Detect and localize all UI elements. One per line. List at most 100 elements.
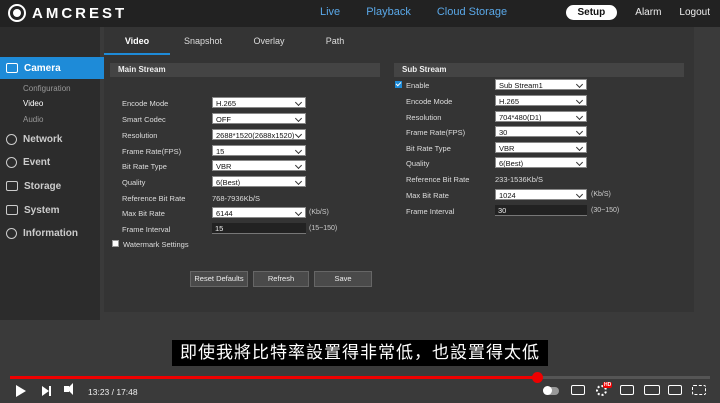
sidebar-sub-video[interactable]: Video bbox=[23, 99, 43, 108]
sidebar-item-storage[interactable]: Storage bbox=[0, 175, 100, 197]
logo: AMCREST bbox=[8, 4, 127, 22]
main-max-bitrate-unit: (Kb/S) bbox=[309, 209, 329, 216]
brand-name: AMCREST bbox=[32, 4, 128, 22]
screen: AMCREST Live Playback Cloud Storage Setu… bbox=[0, 0, 720, 403]
sub-enable-checkbox[interactable] bbox=[395, 81, 402, 88]
video-subtitle: 即使我將比特率設置得非常低，也設置得太低 bbox=[172, 340, 548, 366]
main-fps-label: Frame Rate(FPS) bbox=[122, 147, 182, 156]
sidebar-item-label: Information bbox=[23, 227, 78, 239]
sub-stream-select[interactable]: Sub Stream1 bbox=[495, 79, 587, 90]
save-button[interactable]: Save bbox=[314, 271, 372, 287]
cast-icon[interactable] bbox=[668, 385, 682, 395]
sidebar-item-event[interactable]: Event bbox=[0, 151, 100, 173]
sub-encode-mode-label: Encode Mode bbox=[406, 97, 453, 106]
watermark-label: Watermark Settings bbox=[123, 240, 189, 249]
sub-fps-select[interactable]: 30 bbox=[495, 126, 587, 137]
main-ref-bitrate-value: 768-7936Kb/S bbox=[212, 194, 260, 203]
main-quality-label: Quality bbox=[122, 178, 146, 187]
sub-bitrate-type-label: Bit Rate Type bbox=[406, 144, 451, 153]
top-right-menu: Setup Alarm Logout bbox=[565, 5, 710, 20]
tab-overlay[interactable]: Overlay bbox=[236, 27, 302, 55]
sub-encode-mode-select[interactable]: H.265 bbox=[495, 95, 587, 106]
watermark-checkbox[interactable] bbox=[112, 240, 119, 247]
time-display: 13:23 / 17:48 bbox=[88, 387, 138, 397]
sub-ref-bitrate-label: Reference Bit Rate bbox=[406, 175, 470, 184]
sub-quality-select[interactable]: 6(Best) bbox=[495, 157, 587, 168]
main-frame-interval-range: (15~150) bbox=[309, 225, 338, 232]
tab-snapshot[interactable]: Snapshot bbox=[170, 27, 236, 55]
tab-path[interactable]: Path bbox=[302, 27, 368, 55]
refresh-button[interactable]: Refresh bbox=[253, 271, 309, 287]
main-smart-codec-select[interactable]: OFF bbox=[212, 113, 306, 124]
sidebar-sub-configuration[interactable]: Configuration bbox=[23, 84, 71, 93]
top-bar: AMCREST Live Playback Cloud Storage Setu… bbox=[0, 0, 720, 27]
info-icon bbox=[6, 227, 17, 239]
sidebar-item-information[interactable]: Information bbox=[0, 222, 100, 244]
subtitles-icon[interactable] bbox=[571, 385, 585, 395]
main-max-bitrate-select[interactable]: 6144 bbox=[212, 207, 306, 218]
top-nav: Live Playback Cloud Storage bbox=[320, 6, 507, 18]
sub-max-bitrate-unit: (Kb/S) bbox=[591, 191, 611, 198]
theater-mode-icon[interactable] bbox=[644, 385, 660, 395]
progress-bar[interactable] bbox=[10, 372, 710, 383]
fullscreen-icon[interactable] bbox=[692, 385, 706, 395]
setup-button[interactable]: Setup bbox=[565, 5, 618, 20]
main-smart-codec-label: Smart Codec bbox=[122, 115, 166, 124]
sub-resolution-select[interactable]: 704*480(D1) bbox=[495, 111, 587, 122]
nav-playback[interactable]: Playback bbox=[366, 6, 411, 18]
sidebar-item-label: System bbox=[24, 204, 60, 216]
sub-frame-interval-input[interactable]: 30 bbox=[495, 205, 587, 216]
system-icon bbox=[6, 205, 18, 215]
sidebar-item-network[interactable]: Network bbox=[0, 128, 100, 150]
main-stream-header: Main Stream bbox=[110, 63, 380, 77]
main-ref-bitrate-label: Reference Bit Rate bbox=[122, 194, 186, 203]
main-encode-mode-select[interactable]: H.265 bbox=[212, 97, 306, 108]
sub-enable-label: Enable bbox=[406, 81, 430, 90]
tab-video[interactable]: Video bbox=[104, 27, 170, 55]
sidebar-item-label: Network bbox=[23, 133, 63, 145]
alarm-link[interactable]: Alarm bbox=[635, 7, 661, 18]
sidebar-item-camera[interactable]: Camera bbox=[0, 57, 114, 79]
main-fps-select[interactable]: 15 bbox=[212, 145, 306, 156]
main-max-bitrate-label: Max Bit Rate bbox=[122, 209, 165, 218]
sub-stream-header: Sub Stream bbox=[394, 63, 684, 77]
reset-defaults-button[interactable]: Reset Defaults bbox=[190, 271, 248, 287]
main-resolution-label: Resolution bbox=[122, 131, 158, 140]
autoplay-toggle-icon[interactable] bbox=[543, 386, 559, 395]
logo-mark-icon bbox=[8, 4, 26, 22]
sidebar: Camera Configuration Video Audio Network… bbox=[0, 27, 114, 320]
main-frame-interval-input[interactable]: 15 bbox=[212, 223, 306, 234]
next-icon[interactable] bbox=[42, 386, 51, 396]
player-controls: 13:23 / 17:48 HD bbox=[0, 381, 720, 403]
main-encode-mode-label: Encode Mode bbox=[122, 99, 169, 108]
main-frame-interval-label: Frame Interval bbox=[122, 225, 171, 234]
sub-fps-label: Frame Rate(FPS) bbox=[406, 128, 466, 137]
nav-cloud-storage[interactable]: Cloud Storage bbox=[437, 6, 507, 18]
nav-live[interactable]: Live bbox=[320, 6, 340, 18]
miniplayer-icon[interactable] bbox=[620, 385, 634, 395]
sub-max-bitrate-select[interactable]: 1024 bbox=[495, 189, 587, 200]
sub-bitrate-type-select[interactable]: VBR bbox=[495, 142, 587, 153]
sub-resolution-label: Resolution bbox=[406, 113, 442, 122]
main-quality-select[interactable]: 6(Best) bbox=[212, 176, 306, 187]
storage-icon bbox=[6, 181, 18, 191]
main-resolution-select[interactable]: 2688*1520(2688x1520) bbox=[212, 129, 306, 140]
event-icon bbox=[6, 156, 17, 168]
sub-ref-bitrate-value: 233-1536Kb/S bbox=[495, 175, 543, 184]
sidebar-item-label: Event bbox=[23, 156, 51, 168]
hd-badge-icon: HD bbox=[603, 382, 613, 388]
sidebar-item-system[interactable]: System bbox=[0, 199, 100, 221]
sidebar-item-label: Camera bbox=[24, 62, 61, 74]
play-icon[interactable] bbox=[16, 385, 26, 397]
sidebar-item-label: Storage bbox=[24, 180, 62, 192]
sub-max-bitrate-label: Max Bit Rate bbox=[406, 191, 449, 200]
sub-frame-interval-label: Frame Interval bbox=[406, 207, 455, 216]
sidebar-sub-audio[interactable]: Audio bbox=[23, 115, 43, 124]
volume-icon[interactable] bbox=[64, 383, 73, 395]
main-panel: Video Snapshot Overlay Path Main Stream … bbox=[104, 27, 694, 312]
logout-link[interactable]: Logout bbox=[679, 7, 710, 18]
globe-icon bbox=[6, 133, 17, 145]
main-bitrate-type-select[interactable]: VBR bbox=[212, 160, 306, 171]
progress-fill bbox=[10, 376, 538, 379]
camera-icon bbox=[6, 63, 18, 73]
